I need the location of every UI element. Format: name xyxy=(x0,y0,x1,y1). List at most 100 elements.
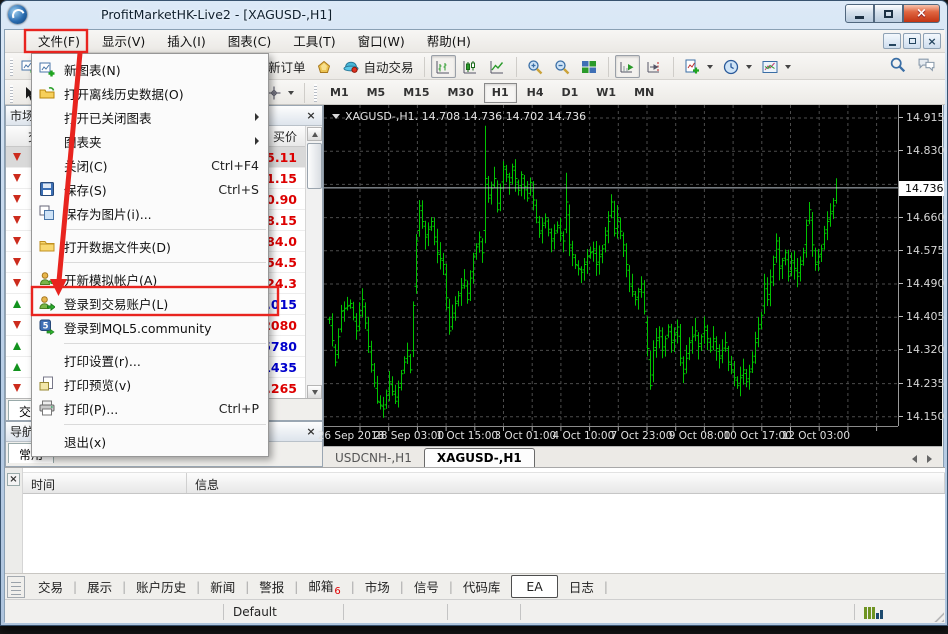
file-menu-item[interactable]: 保存为图片(i)... xyxy=(32,201,268,225)
restore-button[interactable] xyxy=(874,4,903,23)
timeframe-m5-button[interactable]: M5 xyxy=(359,83,394,103)
timeframe-w1-button[interactable]: W1 xyxy=(588,83,624,103)
menubar-item[interactable]: 图表(C) xyxy=(217,30,282,53)
file-menu-item[interactable]: 开新模拟帐户(A) xyxy=(32,267,268,291)
tile-windows-button[interactable] xyxy=(577,55,602,78)
save-picture-icon xyxy=(38,205,55,221)
timeframe-h1-button[interactable]: H1 xyxy=(484,83,517,103)
periods-button[interactable] xyxy=(719,55,756,78)
autoscroll-icon xyxy=(619,59,636,75)
mdi-close-button[interactable]: × xyxy=(923,33,941,49)
dock-terminal-icon[interactable] xyxy=(7,576,25,598)
chart-canvas[interactable]: XAGUSD-,H1. 14.708 14.736 14.702 14.736 … xyxy=(323,105,942,446)
menubar-item[interactable]: 窗口(W) xyxy=(347,30,416,53)
trend-down-icon xyxy=(13,153,21,161)
bar-chart-button[interactable] xyxy=(431,55,456,78)
templates-button[interactable] xyxy=(758,55,795,78)
terminal-tab-0[interactable]: 交易 xyxy=(31,574,70,599)
menubar-item[interactable]: 文件(F) xyxy=(27,30,91,53)
toolbar-gripper[interactable] xyxy=(10,85,13,103)
dropdown-caret-icon[interactable] xyxy=(746,65,752,69)
chat-icon xyxy=(918,56,935,72)
file-menu-item[interactable]: 图表夹 xyxy=(32,129,268,153)
navigator-close-icon[interactable]: × xyxy=(304,425,318,439)
file-menu-item[interactable]: 打印(P)...Ctrl+P xyxy=(32,396,268,420)
tab-scroll-left-icon[interactable] xyxy=(912,455,917,463)
scrollbar-thumb[interactable] xyxy=(307,143,322,189)
price-scale[interactable]: 14.91514.83014.66014.57514.49014.40514.3… xyxy=(898,105,943,426)
timeframe-d1-button[interactable]: D1 xyxy=(554,83,587,103)
title-bar: ProfitMarketHK-Live2 - [XAGUSD-,H1] × xyxy=(1,1,947,29)
file-menu-item[interactable]: 5登录到MQL5.community xyxy=(32,315,268,339)
chart-shift-button[interactable] xyxy=(642,55,667,78)
mdi-restore-button[interactable] xyxy=(903,33,921,49)
timeframe-h4-button[interactable]: H4 xyxy=(519,83,552,103)
file-menu-item[interactable]: 打印预览(v) xyxy=(32,372,268,396)
zoom-out-button[interactable] xyxy=(550,55,575,78)
trend-down-icon xyxy=(13,195,21,203)
indicators-button[interactable] xyxy=(680,55,717,78)
profile-selector[interactable]: Default xyxy=(233,605,277,619)
timeframe-mn-button[interactable]: MN xyxy=(626,83,662,103)
toolbar-gripper[interactable] xyxy=(10,58,13,76)
file-menu-item[interactable]: 打开数据文件夹(D) xyxy=(32,234,268,258)
terminal-tab-6[interactable]: 市场 xyxy=(358,574,397,599)
autoscroll-button[interactable] xyxy=(615,55,640,78)
terminal-tab-7[interactable]: 信号 xyxy=(407,574,446,599)
terminal-tab-2[interactable]: 账户历史 xyxy=(129,574,193,599)
timeframe-m15-button[interactable]: M15 xyxy=(395,83,437,103)
zoom-in-button[interactable] xyxy=(523,55,548,78)
dropdown-caret-icon[interactable] xyxy=(785,65,791,69)
search-button[interactable] xyxy=(889,56,906,77)
file-menu-item[interactable]: 打印设置(r)... xyxy=(32,348,268,372)
terminal-close-icon[interactable]: × xyxy=(7,473,20,486)
terminal-tab-5[interactable]: 邮箱6 xyxy=(301,573,347,601)
autotrading-button[interactable]: 自动交易 xyxy=(339,55,418,78)
menubar-item[interactable]: 显示(V) xyxy=(91,30,156,53)
scroll-up-icon[interactable] xyxy=(307,127,322,141)
time-column-header[interactable]: 时间 xyxy=(23,473,187,493)
menubar-item[interactable]: 工具(T) xyxy=(282,30,346,53)
file-menu-item[interactable]: 登录到交易账户(L) xyxy=(32,291,268,315)
terminal-tab-ea[interactable]: EA xyxy=(511,575,557,598)
menu-separator xyxy=(64,343,266,344)
terminal-tab-1[interactable]: 展示 xyxy=(80,574,119,599)
market-watch-close-icon[interactable]: × xyxy=(304,109,318,123)
scroll-down-icon[interactable] xyxy=(307,385,322,399)
close-button[interactable]: × xyxy=(903,4,940,23)
terminal-tab-8[interactable]: 代码库 xyxy=(456,574,508,599)
line-chart-button[interactable] xyxy=(485,55,510,78)
tab-scroll-right-icon[interactable] xyxy=(927,455,932,463)
file-menu-item[interactable]: 打开离线历史数据(O) xyxy=(32,81,268,105)
time-tick-label: 1 Oct 15:00 xyxy=(436,430,498,442)
gold-button[interactable] xyxy=(312,55,337,78)
file-menu-item-label: 新图表(N) xyxy=(64,60,121,79)
timeframe-m30-button[interactable]: M30 xyxy=(439,83,481,103)
chart-tab[interactable]: USDCNH-,H1 xyxy=(323,449,424,467)
file-menu-item[interactable]: 退出(x) xyxy=(32,429,268,453)
dropdown-caret-icon[interactable] xyxy=(288,91,294,95)
terminal-tab-3[interactable]: 新闻 xyxy=(203,574,242,599)
resize-grip[interactable] xyxy=(930,608,944,622)
terminal-tab-4[interactable]: 警报 xyxy=(252,574,291,599)
chart-info-label: XAGUSD-,H1. 14.708 14.736 14.702 14.736 xyxy=(345,110,586,123)
candles-button[interactable] xyxy=(458,55,483,78)
terminal-tab-10[interactable]: 日志 xyxy=(562,574,601,599)
file-menu-item[interactable]: 新图表(N) xyxy=(32,57,268,81)
chat-button[interactable] xyxy=(918,56,935,77)
chevron-down-icon[interactable] xyxy=(332,114,340,119)
timeframe-m1-button[interactable]: M1 xyxy=(322,83,357,103)
market-watch-scrollbar[interactable] xyxy=(305,126,322,400)
file-menu-item[interactable]: 关闭(C)Ctrl+F4 xyxy=(32,153,268,177)
mdi-minimize-button[interactable] xyxy=(883,33,901,49)
tile-windows-icon xyxy=(581,59,598,75)
minimize-button[interactable] xyxy=(845,4,874,23)
file-menu-item[interactable]: 打开已关闭图表 xyxy=(32,105,268,129)
chart-tab[interactable]: XAGUSD-,H1 xyxy=(424,448,535,467)
menubar-item[interactable]: 插入(I) xyxy=(156,30,216,53)
menubar-item[interactable]: 帮助(H) xyxy=(416,30,482,53)
dropdown-caret-icon[interactable] xyxy=(707,65,713,69)
time-scale[interactable]: 26 Sep 201828 Sep 03:001 Oct 15:003 Oct … xyxy=(324,427,898,446)
file-menu-item[interactable]: 保存(S)Ctrl+S xyxy=(32,177,268,201)
message-column-header[interactable]: 信息 xyxy=(187,473,945,493)
